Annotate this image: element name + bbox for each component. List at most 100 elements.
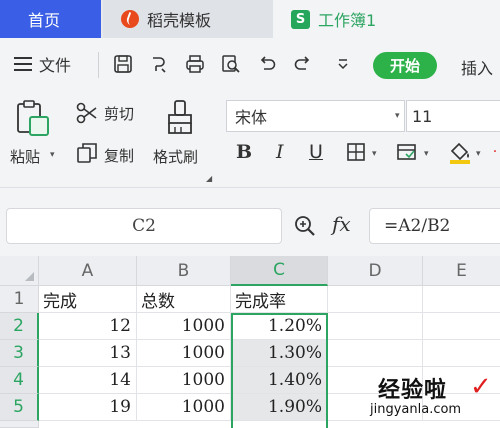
tab-insert[interactable]: 插入 <box>461 55 493 79</box>
row-header-1[interactable]: 1 <box>0 286 39 313</box>
format-painter-icon[interactable] <box>163 98 197 138</box>
cell-d3[interactable] <box>328 340 423 367</box>
font-name-dropdown-icon[interactable]: ▾ <box>395 111 400 121</box>
insert-function-button[interactable]: fx <box>332 212 351 236</box>
row-header-label: 5 <box>13 397 24 417</box>
fill-color-dropdown-icon[interactable]: ▾ <box>476 149 481 159</box>
column-header-label: E <box>456 260 467 281</box>
paste-icon[interactable] <box>14 98 52 138</box>
menu-bar: 文件 开始 插入 <box>0 38 500 92</box>
name-box-value: C2 <box>132 216 156 236</box>
bold-button[interactable]: B <box>236 141 252 163</box>
cell-value: 1000 <box>181 397 225 417</box>
tab-home[interactable]: 首页 <box>0 0 101 38</box>
cell-d2[interactable] <box>328 313 423 340</box>
borders-icon[interactable] <box>344 140 368 164</box>
copy-icon[interactable] <box>74 140 100 166</box>
paste-label: 粘贴 <box>10 148 41 166</box>
cell-a1[interactable]: 完成 <box>39 286 137 313</box>
cell-c1[interactable]: 完成率 <box>231 286 328 313</box>
cell-value: 1.90% <box>267 397 322 417</box>
fill-color-icon[interactable] <box>446 138 474 166</box>
cell-value: 1000 <box>181 370 225 390</box>
cell-value: 1000 <box>181 316 225 336</box>
column-header-d[interactable]: D <box>328 256 423 286</box>
ribbon-home: 粘贴 ▾ 剪切 复制 格式刷 ◢ 宋体 ▾ 11 B I U ▾ ▾ ▾ · <box>0 92 500 188</box>
tab-start[interactable]: 开始 <box>373 52 437 79</box>
cell-d1[interactable] <box>328 286 423 313</box>
font-size-select[interactable]: 11 <box>406 100 500 132</box>
formula-input[interactable]: =A2/B2 <box>369 208 500 244</box>
watermark-text: 经验啦 <box>378 378 448 403</box>
column-header-c[interactable]: C <box>231 256 328 286</box>
underline-button[interactable]: U <box>309 141 323 163</box>
column-header-e[interactable]: E <box>423 256 500 286</box>
save-icon[interactable] <box>111 52 135 76</box>
cell-c3[interactable]: 1.30% <box>231 340 328 367</box>
cell-e3[interactable] <box>423 340 500 367</box>
cell-value: 13 <box>109 343 131 363</box>
row-header-2[interactable]: 2 <box>0 313 39 340</box>
select-all-corner[interactable] <box>0 256 39 286</box>
cell-a2[interactable]: 12 <box>39 313 137 340</box>
cut-button[interactable]: 剪切 <box>104 103 134 124</box>
name-box[interactable]: C2 <box>6 208 282 244</box>
cell-b4[interactable]: 1000 <box>137 367 231 394</box>
row-header-label: 3 <box>13 343 24 363</box>
copy-button[interactable]: 复制 <box>104 145 134 166</box>
borders-dropdown-icon[interactable]: ▾ <box>372 149 377 159</box>
fx-icon: fx <box>332 212 351 236</box>
file-menu-button[interactable]: 文件 <box>14 52 71 76</box>
row-header-6[interactable] <box>0 421 39 428</box>
cell-c5[interactable]: 1.90% <box>231 394 328 421</box>
underline-icon: U <box>309 141 323 163</box>
clipboard-dialog-launcher-icon[interactable]: ◢ <box>206 174 212 183</box>
tab-docer-templates-label: 稻壳模板 <box>147 11 212 30</box>
watermark: 经验啦 ✓ jingyanla.com <box>368 372 498 426</box>
row-header-3[interactable]: 3 <box>0 340 39 367</box>
copy-label: 复制 <box>104 147 135 165</box>
fill-style-dropdown-icon[interactable]: ▾ <box>424 149 429 159</box>
cell-a5[interactable]: 19 <box>39 394 137 421</box>
cell-e1[interactable] <box>423 286 500 313</box>
tab-workbook-label: 工作簿1 <box>318 11 377 30</box>
more-dropdown-icon[interactable] <box>331 52 355 76</box>
row-header-4[interactable]: 4 <box>0 367 39 394</box>
tab-workbook[interactable]: S 工作簿1 <box>273 0 500 38</box>
fill-style-icon[interactable] <box>394 140 420 164</box>
font-color-icon[interactable]: · <box>490 144 500 160</box>
cell-value: 完成 <box>43 291 77 312</box>
cell-a4[interactable]: 14 <box>39 367 137 394</box>
cell-e2[interactable] <box>423 313 500 340</box>
cell-b1[interactable]: 总数 <box>137 286 231 313</box>
paste-button[interactable]: 粘贴 <box>10 146 40 167</box>
paste-dropdown-icon[interactable]: ▾ <box>50 150 55 160</box>
row-header-5[interactable]: 5 <box>0 394 39 421</box>
column-header-a[interactable]: A <box>39 256 137 286</box>
cell-c2-active[interactable]: 1.20% <box>231 313 328 340</box>
tab-docer-templates[interactable]: 稻壳模板 <box>103 0 273 38</box>
format-painter-redo-icon[interactable] <box>147 52 171 76</box>
toolbar-divider <box>98 52 99 78</box>
cell-value: 总数 <box>141 291 175 312</box>
cell-value: 完成率 <box>235 291 286 312</box>
print-icon[interactable] <box>183 52 207 76</box>
font-name-select[interactable]: 宋体 <box>226 100 405 132</box>
cell-a3[interactable]: 13 <box>39 340 137 367</box>
spreadsheet-logo-icon: S <box>291 9 310 29</box>
cut-icon[interactable] <box>74 100 100 126</box>
cell-b5[interactable]: 1000 <box>137 394 231 421</box>
column-header-label: B <box>177 260 190 281</box>
format-painter-button[interactable]: 格式刷 <box>153 146 198 167</box>
undo-icon[interactable] <box>255 52 279 76</box>
column-header-label: D <box>368 260 382 281</box>
italic-button[interactable]: I <box>276 141 284 163</box>
column-header-b[interactable]: B <box>137 256 231 286</box>
cell-b3[interactable]: 1000 <box>137 340 231 367</box>
print-preview-icon[interactable] <box>219 52 243 76</box>
cell-b2[interactable]: 1000 <box>137 313 231 340</box>
cell-c4[interactable]: 1.40% <box>231 367 328 394</box>
redo-icon[interactable] <box>291 52 315 76</box>
bold-icon: B <box>236 141 253 163</box>
zoom-search-icon[interactable] <box>292 213 318 239</box>
